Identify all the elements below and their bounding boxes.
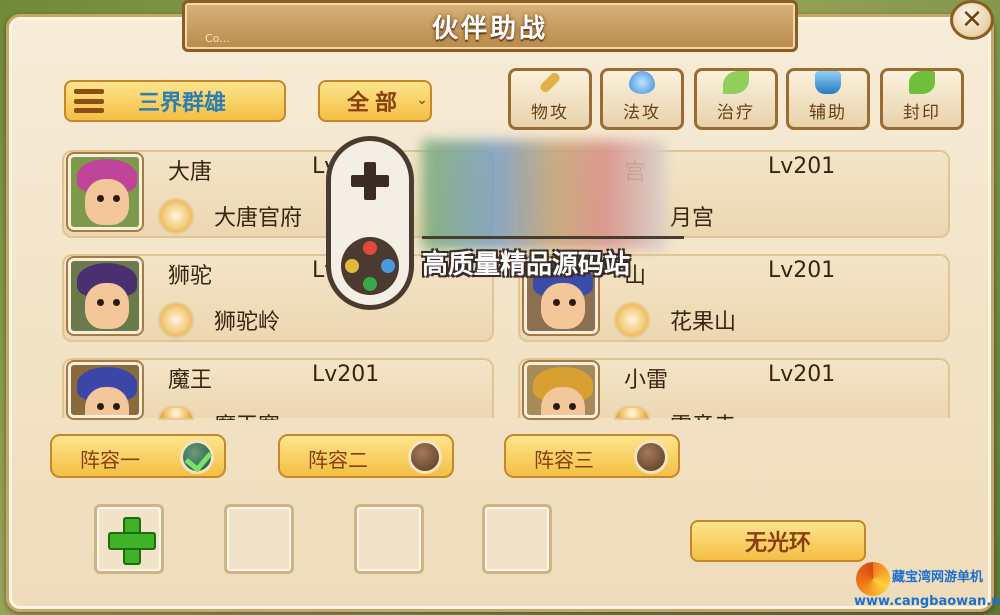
lineup-label: 阵容二 bbox=[308, 448, 368, 472]
chevron-down-icon: ⌄ bbox=[416, 92, 428, 108]
avatar bbox=[68, 154, 142, 230]
gem-icon bbox=[629, 71, 655, 94]
sect-emblem-icon bbox=[158, 198, 194, 234]
lineup-tab-1[interactable]: 阵容一 bbox=[50, 434, 226, 478]
aura-button[interactable]: 无光环 bbox=[690, 520, 866, 562]
page-title: 伙伴助战 bbox=[431, 13, 548, 44]
role-label: 辅助 bbox=[809, 103, 847, 123]
lineup-tab-2[interactable]: 阵容二 bbox=[278, 434, 454, 478]
faction-selector-button[interactable]: 三界群雄 bbox=[64, 80, 286, 122]
blurred-region bbox=[422, 140, 666, 250]
list-icon bbox=[74, 89, 104, 113]
radio-dot-icon bbox=[634, 440, 668, 474]
potion-icon bbox=[815, 71, 841, 94]
role-label: 治疗 bbox=[717, 103, 755, 123]
role-filter-seal[interactable]: 封印 bbox=[880, 68, 964, 130]
logo-swirl-icon bbox=[856, 562, 890, 596]
sword-icon bbox=[538, 70, 562, 95]
sect-emblem-icon bbox=[158, 302, 194, 338]
title-banner: Co... 伙伴助战 bbox=[182, 0, 798, 52]
avatar bbox=[68, 362, 142, 418]
partner-sect: 狮驼岭 bbox=[214, 310, 281, 335]
partner-level: Lv201 bbox=[312, 362, 380, 387]
watermark-overlay: 高质量精品源码站 bbox=[326, 120, 684, 310]
partner-name: 魔王 bbox=[168, 368, 213, 393]
watermark-divider bbox=[422, 236, 684, 239]
sect-emblem-icon bbox=[614, 406, 650, 420]
partner-sect: 大唐官府 bbox=[214, 206, 303, 231]
partner-card[interactable]: 小雷 Lv201 雷音寺 bbox=[518, 358, 950, 420]
partner-name: 大唐 bbox=[168, 160, 213, 185]
filter-label: 全部 bbox=[346, 91, 403, 116]
partner-name: 小雷 bbox=[624, 368, 669, 393]
sect-emblem-icon bbox=[158, 406, 194, 420]
leaf-icon bbox=[723, 71, 749, 94]
empty-slot[interactable] bbox=[482, 504, 552, 574]
add-partner-slot[interactable] bbox=[94, 504, 164, 574]
radio-dot-icon bbox=[408, 440, 442, 474]
close-button[interactable]: ✕ bbox=[950, 0, 994, 40]
partner-sect: 雷音寺 bbox=[670, 408, 736, 420]
logo-url: www.cangbaowan.net bbox=[854, 594, 1000, 609]
watermark-text: 高质量精品源码站 bbox=[422, 250, 631, 280]
lineup-tab-3[interactable]: 阵容三 bbox=[504, 434, 680, 478]
avatar bbox=[68, 258, 142, 334]
partner-name: 狮驼 bbox=[168, 264, 213, 289]
gamepad-icon bbox=[326, 136, 414, 310]
empty-slot[interactable] bbox=[224, 504, 294, 574]
role-filter-heal[interactable]: 治疗 bbox=[694, 68, 778, 130]
partner-level: Lv201 bbox=[768, 362, 836, 387]
banner-tag: Co... bbox=[205, 32, 230, 45]
faction-label: 三界群雄 bbox=[137, 91, 226, 116]
filter-dropdown[interactable]: 全部 ⌄ bbox=[318, 80, 432, 122]
checkmark-icon bbox=[180, 440, 214, 474]
close-icon: ✕ bbox=[961, 5, 983, 35]
lineup-label: 阵容三 bbox=[534, 448, 594, 472]
lineup-label: 阵容一 bbox=[80, 448, 140, 472]
empty-slot[interactable] bbox=[354, 504, 424, 574]
partner-sect: 魔王寨 bbox=[214, 408, 280, 420]
partner-level: Lv201 bbox=[768, 154, 836, 179]
avatar bbox=[524, 362, 598, 418]
partner-level: Lv201 bbox=[768, 258, 836, 283]
partner-sect: 花果山 bbox=[670, 310, 737, 335]
role-filter-support[interactable]: 辅助 bbox=[786, 68, 870, 130]
seal-leaf-icon bbox=[909, 71, 935, 94]
role-label: 封印 bbox=[903, 103, 941, 123]
logo-name: 藏宝湾网游单机 bbox=[892, 570, 984, 585]
partner-card[interactable]: 魔王 Lv201 魔王寨 bbox=[62, 358, 494, 420]
site-logo: 藏宝湾网游单机 www.cangbaowan.net bbox=[852, 558, 1000, 615]
